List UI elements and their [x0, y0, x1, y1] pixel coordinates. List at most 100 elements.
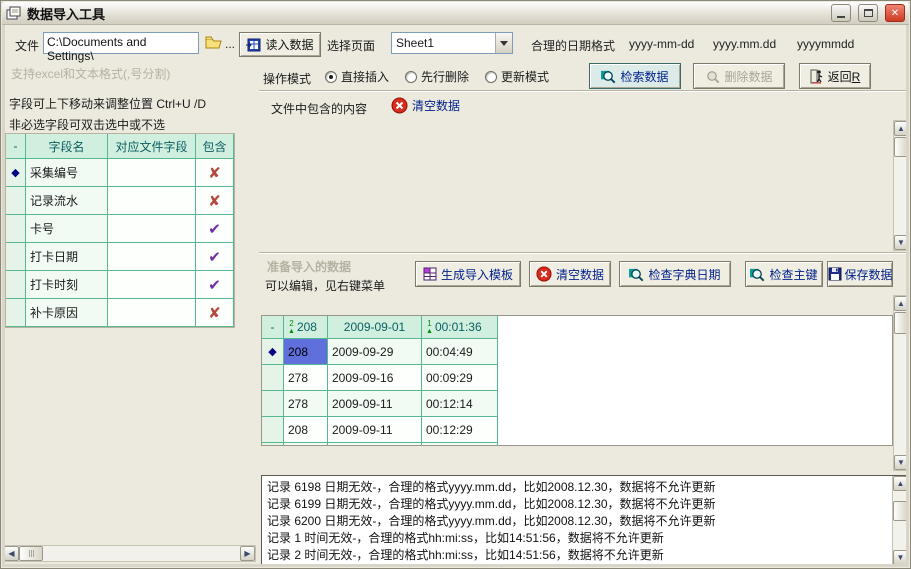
scroll-down-icon[interactable]: ▼: [893, 550, 908, 565]
cell-card[interactable]: 208: [284, 339, 328, 365]
field-row-dakashike[interactable]: 打卡时刻 ✔: [6, 271, 234, 299]
floppy-disk-icon: [828, 267, 842, 281]
return-button[interactable]: 返回R: [799, 63, 871, 89]
sort-indicator-2-icon: 2▲: [288, 320, 295, 335]
include-mark[interactable]: ✔: [196, 243, 234, 271]
field-row-dakariqi[interactable]: 打卡日期 ✔: [6, 243, 234, 271]
field-mapping-table: - 字段名 对应文件字段 包含 ◆ 采集编号 ✘ 记录流水 ✘ 卡号 ✔ 打卡日…: [5, 133, 235, 328]
scroll-left-icon[interactable]: ◀: [4, 546, 19, 561]
close-button[interactable]: ✕: [885, 4, 905, 22]
field-name-cell[interactable]: 打卡时刻: [26, 271, 108, 299]
save-data-button[interactable]: 保存数据: [827, 261, 893, 287]
field-table-header-marker[interactable]: -: [6, 134, 26, 159]
cell-time[interactable]: 00:04:49: [422, 339, 498, 365]
browse-dots[interactable]: ...: [225, 37, 235, 51]
cell-date[interactable]: 2009-09-16: [328, 365, 422, 391]
search-data-label: 检索数据: [620, 68, 668, 85]
scrollbar-thumb[interactable]: [893, 501, 908, 521]
cell-card[interactable]: 208: [284, 417, 328, 443]
cell-card[interactable]: 278: [284, 391, 328, 417]
cell-time[interactable]: 00:09:29: [422, 365, 498, 391]
clear-import-data-button[interactable]: 清空数据: [529, 261, 611, 287]
scroll-up-icon[interactable]: ▲: [894, 296, 908, 311]
cell-date[interactable]: 2009-09-11: [328, 391, 422, 417]
file-grid-header-marker[interactable]: -: [262, 316, 284, 339]
file-grid-row[interactable]: 278 2009-09-11 00:12:14: [262, 391, 498, 417]
log-line: 记录 6200 日期无效-，合理的格式yyyy.mm.dd，比如2008.12.…: [267, 513, 887, 530]
sheet-select-dropdown-button[interactable]: [495, 33, 512, 53]
include-mark[interactable]: ✘: [196, 299, 234, 327]
file-grid-header-col2[interactable]: 2009-09-01: [328, 316, 422, 339]
log-vertical-scrollbar[interactable]: ▲ ▼: [892, 476, 908, 565]
scrollbar-thumb[interactable]: [894, 137, 908, 157]
file-field-cell[interactable]: [108, 159, 196, 187]
search-data-button[interactable]: 检索数据: [589, 63, 681, 89]
read-data-button[interactable]: 读入数据: [239, 32, 321, 57]
radio-unselected-icon: [485, 71, 497, 83]
file-grid-vertical-scrollbar[interactable]: ▲ ▼: [893, 120, 909, 251]
include-mark[interactable]: ✘: [196, 187, 234, 215]
field-name-cell[interactable]: 打卡日期: [26, 243, 108, 271]
field-row-kahao[interactable]: 卡号 ✔: [6, 215, 234, 243]
scroll-down-icon[interactable]: ▼: [894, 235, 908, 250]
include-mark[interactable]: ✔: [196, 215, 234, 243]
scroll-up-icon[interactable]: ▲: [894, 121, 908, 136]
validation-log: 记录 6198 日期无效-，合理的格式yyyy.mm.dd，比如2008.12.…: [261, 475, 909, 566]
row-marker: ◆: [6, 159, 26, 187]
left-horizontal-scrollbar[interactable]: ◀ ▶: [3, 545, 256, 562]
row-marker: [262, 391, 284, 417]
field-table-header-filefield[interactable]: 对应文件字段: [108, 134, 196, 159]
field-row-bukayuanyin[interactable]: 补卡原因 ✘: [6, 299, 234, 327]
log-line: 记录 6198 日期无效-，合理的格式yyyy.mm.dd，比如2008.12.…: [267, 479, 887, 496]
cell-card[interactable]: 278: [284, 365, 328, 391]
radio-update-mode[interactable]: 更新模式: [485, 68, 549, 85]
file-field-cell[interactable]: [108, 271, 196, 299]
file-field-cell[interactable]: [108, 243, 196, 271]
field-name-cell[interactable]: 补卡原因: [26, 299, 108, 327]
file-grid-header-col3[interactable]: 1▲ 00:01:36: [422, 316, 498, 339]
file-content-title: 文件中包含的内容: [271, 100, 367, 117]
cell-time[interactable]: 00:12:14: [422, 391, 498, 417]
check-primary-key-button[interactable]: 检查主键: [745, 261, 823, 287]
scrollbar-thumb[interactable]: [894, 312, 908, 334]
titlebar[interactable]: 数据导入工具 ✕: [2, 2, 909, 25]
scroll-up-icon[interactable]: ▲: [893, 476, 908, 491]
include-mark[interactable]: ✘: [196, 159, 234, 187]
radio-direct-insert[interactable]: 直接插入: [325, 68, 389, 85]
file-grid-row[interactable]: 208 2009-09-11 00:12:29: [262, 417, 498, 443]
import-grid-vertical-scrollbar[interactable]: ▲ ▼: [893, 295, 909, 471]
sort-indicator-1-icon: 1▲: [426, 320, 433, 335]
file-field-cell[interactable]: [108, 299, 196, 327]
cell-date[interactable]: 2009-09-11: [328, 417, 422, 443]
magnifier-icon: [750, 267, 765, 282]
check-dict-date-button[interactable]: 检查字典日期: [619, 261, 731, 287]
include-mark[interactable]: ✔: [196, 271, 234, 299]
field-name-cell[interactable]: 记录流水: [26, 187, 108, 215]
field-table-header-include[interactable]: 包含: [196, 134, 234, 159]
clear-file-data-button[interactable]: 清空数据: [391, 97, 460, 114]
file-path-input[interactable]: C:\Documents and Settings\: [43, 32, 199, 54]
file-grid-row[interactable]: ◆ 208 2009-09-29 00:04:49: [262, 339, 498, 365]
cell-date[interactable]: 2009-09-29: [328, 339, 422, 365]
radio-delete-first[interactable]: 先行删除: [405, 68, 469, 85]
file-grid-row[interactable]: 278 2009-09-16 00:09:29: [262, 365, 498, 391]
field-row-jilu[interactable]: 记录流水 ✘: [6, 187, 234, 215]
scroll-right-icon[interactable]: ▶: [240, 546, 255, 561]
file-field-cell[interactable]: [108, 215, 196, 243]
minimize-button[interactable]: [831, 4, 851, 22]
field-name-cell[interactable]: 卡号: [26, 215, 108, 243]
generate-template-button[interactable]: 生成导入模板: [415, 261, 521, 287]
open-folder-icon[interactable]: [205, 35, 223, 50]
scroll-down-icon[interactable]: ▼: [894, 455, 908, 470]
field-row-caijibianhao[interactable]: ◆ 采集编号 ✘: [6, 159, 234, 187]
field-table-header-field[interactable]: 字段名: [26, 134, 108, 159]
file-field-cell[interactable]: [108, 187, 196, 215]
date-format-3: yyyymmdd: [797, 37, 854, 51]
log-text-area[interactable]: 记录 6198 日期无效-，合理的格式yyyy.mm.dd，比如2008.12.…: [262, 476, 892, 565]
field-name-cell[interactable]: 采集编号: [26, 159, 108, 187]
sheet-select[interactable]: Sheet1: [391, 32, 513, 54]
scrollbar-thumb[interactable]: [19, 546, 43, 561]
cell-time[interactable]: 00:12:29: [422, 417, 498, 443]
file-grid-header-col1[interactable]: 2▲ 208: [284, 316, 328, 339]
maximize-button[interactable]: [858, 4, 878, 22]
